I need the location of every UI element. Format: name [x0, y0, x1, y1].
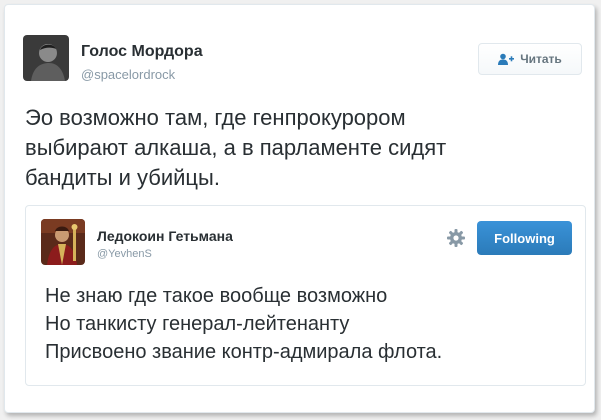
follow-user-icon [498, 53, 515, 65]
tweet-text: Эо возможно там, где генпрокурором выбир… [25, 105, 447, 190]
author-avatar[interactable] [23, 35, 69, 81]
quoted-author-avatar[interactable] [41, 219, 85, 265]
person-avatar-icon [23, 35, 69, 81]
quoted-author-handle[interactable]: @YevhenS [97, 248, 152, 260]
quoted-tweet-line: Но танкисту генерал-лейтенанту [45, 313, 350, 335]
quoted-tweet-text: Не знаю где такое вообще возможно Но тан… [45, 282, 575, 366]
quoted-tweet-line: Не знаю где такое вообще возможно [45, 285, 388, 307]
follow-button[interactable]: Читать [478, 43, 582, 75]
following-button[interactable]: Following [477, 221, 572, 255]
quoted-tweet[interactable]: Ледокоин Гетьмана @YevhenS Following Не … [25, 205, 586, 386]
author-name[interactable]: Голос Мордора [81, 43, 203, 61]
portrait-avatar-icon [41, 219, 85, 265]
author-handle[interactable]: @spacelordrock [81, 67, 175, 82]
quoted-tweet-line: Присвоено звание контр-адмирала флота. [45, 341, 443, 363]
follow-button-label: Читать [520, 52, 562, 66]
tweet-card: Голос Мордора @spacelordrock Читать Эо в… [4, 4, 595, 413]
gear-icon[interactable] [446, 228, 466, 248]
quoted-author-name[interactable]: Ледокоин Гетьмана [97, 228, 233, 244]
